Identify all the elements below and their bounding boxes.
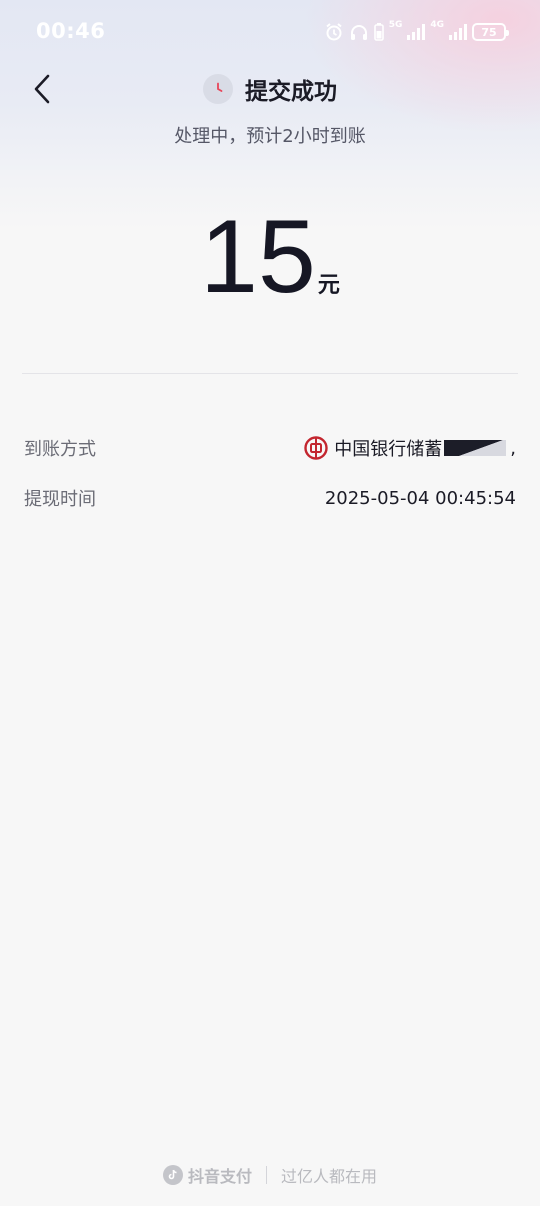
detail-label: 提现时间: [24, 489, 96, 510]
detail-value: 2025-05-04 00:45:54: [324, 487, 516, 509]
status-icons: 5G 4G 75: [324, 20, 509, 44]
amount-value: 15: [200, 199, 316, 315]
redaction-mask: [444, 440, 507, 456]
detail-row-method: 到账方式 中国银行储蓄 ,: [24, 433, 516, 463]
footer-slogan: 过亿人都在用: [281, 1167, 378, 1186]
detail-row-time: 提现时间 2025-05-04 00:45:54: [24, 483, 516, 513]
signal-icon: [407, 24, 426, 40]
amount-display: 15 元: [0, 205, 540, 309]
footer-separator: [266, 1166, 267, 1184]
status-bar: 00:46 5G 4G 75: [0, 0, 540, 62]
bank-name-masked: 中国银行储蓄 ,: [334, 435, 516, 461]
detail-value: 中国银行储蓄 ,: [304, 435, 516, 461]
status-subtitle: 处理中，预计2小时到账: [174, 126, 366, 147]
detail-label: 到账方式: [24, 439, 96, 460]
title-row: 提交成功: [0, 70, 540, 108]
footer-brand: 抖音支付: [162, 1163, 252, 1187]
network-5g-label: 5G: [388, 20, 403, 30]
signal-icon-2: [449, 24, 467, 40]
footer: 抖音支付 过亿人都在用: [0, 1162, 540, 1188]
footer-brand-text: 抖音支付: [187, 1167, 252, 1186]
bank-name-tail: ,: [510, 437, 516, 459]
bank-of-china-icon: [304, 436, 328, 460]
divider: [22, 373, 518, 374]
bank-name: 中国银行储蓄: [334, 439, 443, 460]
network-4g-label: 4G: [430, 20, 444, 30]
battery-icon: 75: [472, 23, 509, 41]
page-title: 提交成功: [245, 79, 337, 105]
headphones-icon: [349, 22, 369, 42]
douyin-icon: [162, 1165, 183, 1185]
amount-unit: 元: [317, 273, 340, 298]
sim-battery-icon: [373, 23, 384, 41]
clock-icon: [203, 74, 233, 104]
alarm-icon: [324, 22, 344, 42]
status-time: 00:46: [36, 19, 106, 43]
